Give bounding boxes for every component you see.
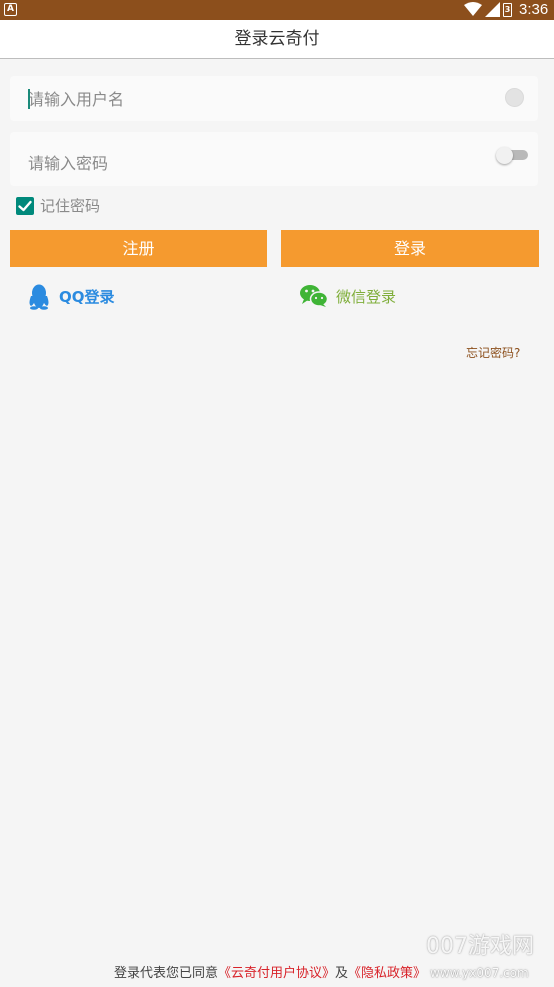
qq-login-label: QQ登录 xyxy=(59,288,115,306)
status-bar: A 3 3:36 xyxy=(0,0,554,20)
wechat-login-label: 微信登录 xyxy=(336,288,397,306)
password-visibility-toggle[interactable] xyxy=(496,147,528,164)
username-field[interactable] xyxy=(10,76,538,121)
password-input[interactable] xyxy=(28,151,468,175)
signal-icon xyxy=(485,2,500,17)
remember-label: 记住密码 xyxy=(40,197,101,215)
privacy-policy-link[interactable]: 《隐私政策》 xyxy=(348,966,426,981)
watermark-brand: 007游戏网 xyxy=(426,934,534,959)
wechat-icon xyxy=(300,285,328,307)
text-caret xyxy=(28,89,30,109)
checkmark-icon xyxy=(18,200,32,212)
user-agreement-link[interactable]: 《云奇付用户协议》 xyxy=(218,966,335,981)
login-button[interactable]: 登录 xyxy=(281,230,539,267)
toggle-knob xyxy=(496,147,513,164)
agreement-footer: 登录代表您已同意《云奇付用户协议》及《隐私政策》 xyxy=(114,965,426,983)
forgot-password-link[interactable]: 忘记密码? xyxy=(466,345,520,361)
agreement-conjunction: 及 xyxy=(335,966,349,981)
watermark-url: www.yx007.com xyxy=(430,966,529,980)
agreement-prefix: 登录代表您已同意 xyxy=(114,966,219,981)
wifi-icon xyxy=(464,2,482,16)
battery-icon: 3 xyxy=(503,3,512,17)
remember-checkbox[interactable] xyxy=(16,197,34,215)
register-button[interactable]: 注册 xyxy=(10,230,267,267)
qq-icon xyxy=(29,284,49,310)
page-title: 登录云奇付 xyxy=(0,20,554,59)
clear-input-icon[interactable] xyxy=(505,88,524,107)
app-notification-icon: A xyxy=(4,3,17,16)
username-input[interactable] xyxy=(28,87,468,111)
password-field[interactable] xyxy=(10,132,538,186)
status-time: 3:36 xyxy=(519,1,549,18)
